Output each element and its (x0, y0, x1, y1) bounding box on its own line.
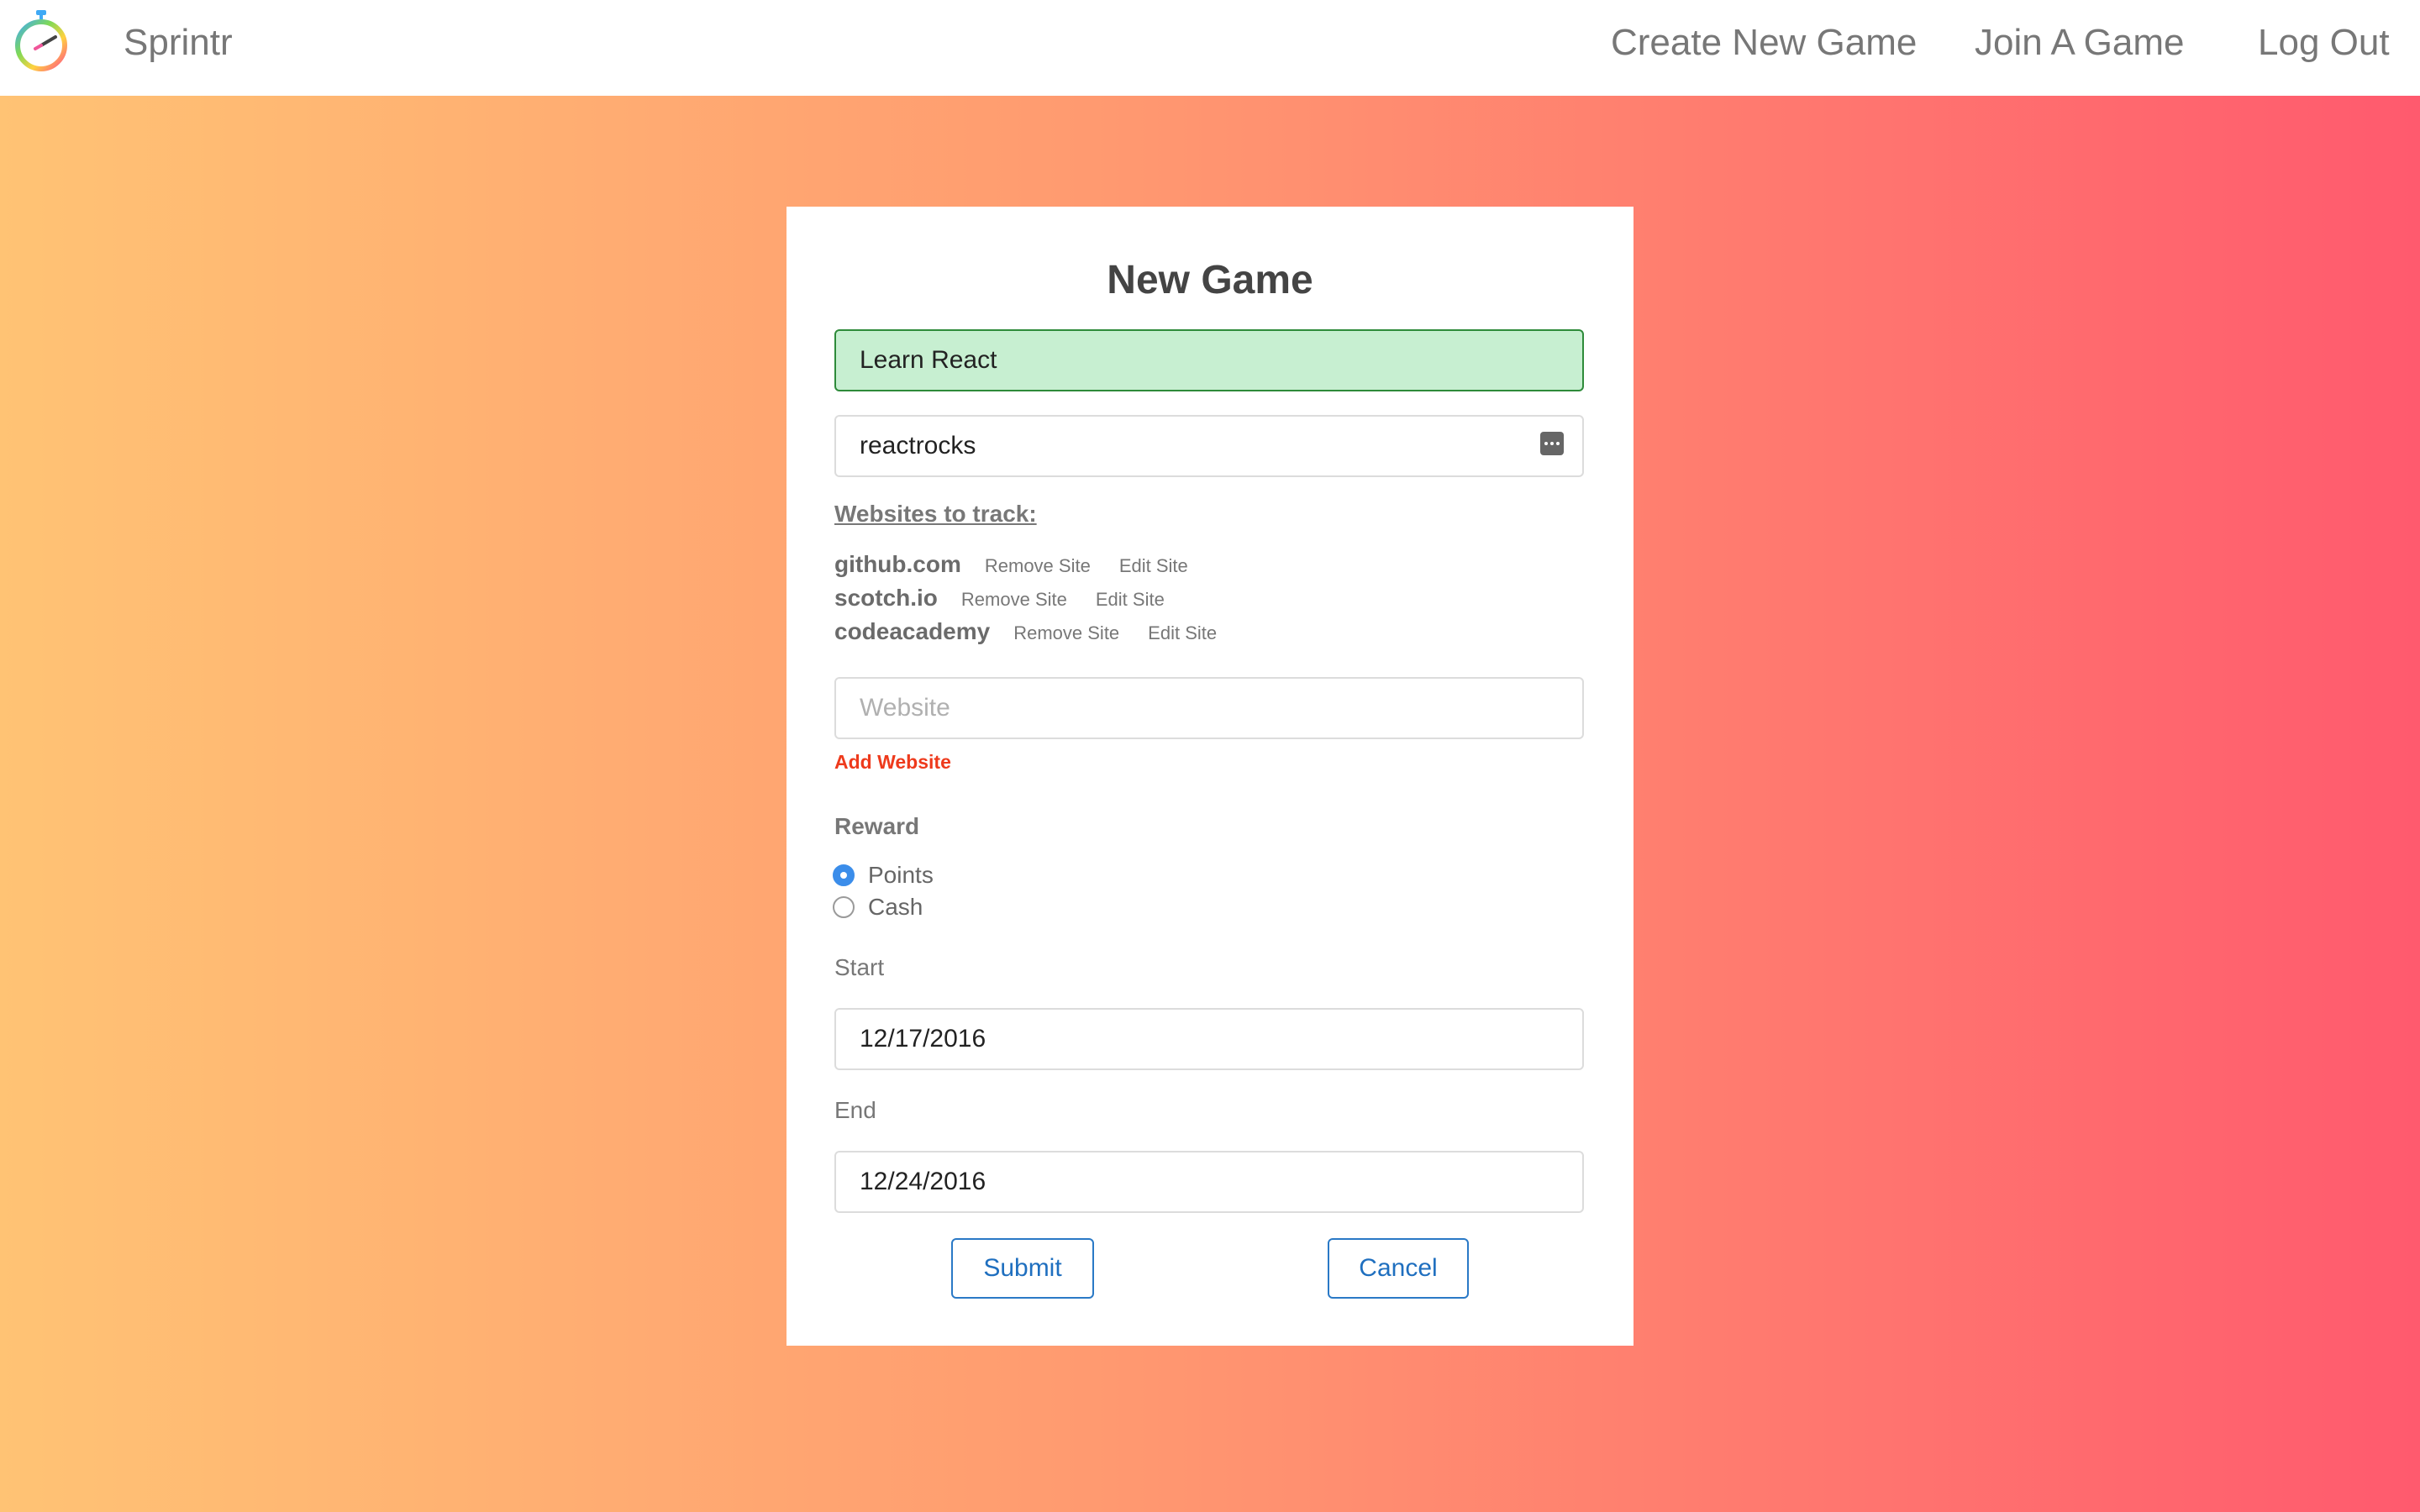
radio-points[interactable] (833, 864, 855, 886)
password-dots-icon[interactable] (1540, 432, 1564, 455)
list-item: scotch.io Remove Site Edit Site (834, 585, 1165, 618)
edit-site-button[interactable]: Edit Site (1148, 622, 1217, 644)
nav-join-a-game[interactable]: Join A Game (1975, 22, 2184, 64)
game-name-input[interactable] (834, 329, 1584, 391)
remove-site-button[interactable]: Remove Site (985, 555, 1091, 577)
reward-option-cash[interactable]: Cash (833, 894, 923, 921)
password-input[interactable] (834, 415, 1584, 477)
cancel-button[interactable]: Cancel (1328, 1238, 1469, 1299)
start-label: Start (834, 954, 885, 980)
end-label: End (834, 1097, 876, 1123)
brand-name[interactable]: Sprintr (124, 22, 233, 64)
remove-site-button[interactable]: Remove Site (1013, 622, 1119, 644)
nav-create-new-game[interactable]: Create New Game (1611, 22, 1917, 64)
radio-label-cash: Cash (868, 894, 923, 920)
websites-label: Websites to track: (834, 501, 1037, 527)
nav-log-out[interactable]: Log Out (2258, 22, 2390, 64)
top-navbar: Sprintr Create New Game Join A Game Log … (0, 0, 2420, 96)
edit-site-button[interactable]: Edit Site (1096, 589, 1165, 611)
site-name: scotch.io (834, 585, 938, 611)
new-game-card: New Game Websites to track: github.com R… (786, 207, 1634, 1346)
radio-cash[interactable] (833, 896, 855, 918)
page-title: New Game (1107, 258, 1313, 302)
end-date-input[interactable] (834, 1151, 1584, 1213)
submit-button[interactable]: Submit (951, 1238, 1094, 1299)
start-date-input[interactable] (834, 1008, 1584, 1070)
website-input[interactable] (834, 677, 1584, 739)
reward-option-points[interactable]: Points (833, 862, 934, 889)
list-item: github.com Remove Site Edit Site (834, 551, 1188, 585)
radio-label-points: Points (868, 862, 934, 888)
add-website-button[interactable]: Add Website (834, 751, 951, 774)
edit-site-button[interactable]: Edit Site (1119, 555, 1188, 577)
list-item: codeacademy Remove Site Edit Site (834, 618, 1217, 652)
reward-label: Reward (834, 813, 920, 839)
site-name: codeacademy (834, 618, 991, 644)
stopwatch-icon[interactable] (12, 7, 71, 74)
site-name: github.com (834, 551, 961, 577)
remove-site-button[interactable]: Remove Site (961, 589, 1067, 611)
